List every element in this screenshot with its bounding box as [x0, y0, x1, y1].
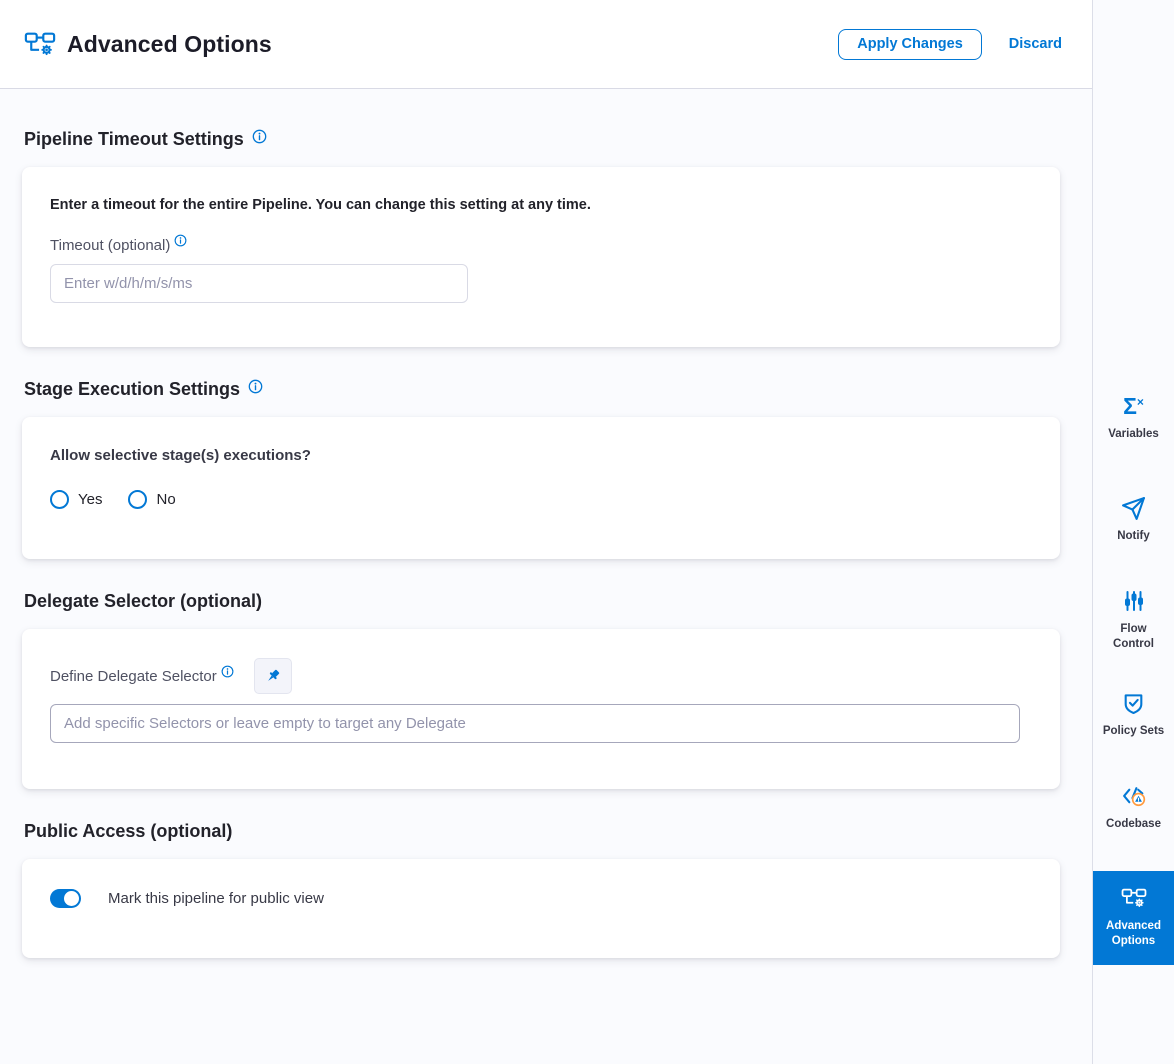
main-panel: Advanced Options Apply Changes Discard P…: [0, 0, 1092, 1064]
public-view-toggle[interactable]: [50, 889, 81, 908]
page-title: Advanced Options: [67, 31, 272, 58]
timeout-card: Enter a timeout for the entire Pipeline.…: [22, 167, 1060, 347]
advanced-options-page: Advanced Options Apply Changes Discard P…: [0, 0, 1174, 1064]
stage-execution-section-heading: Stage Execution Settings: [24, 378, 1060, 400]
sidebar-item-codebase[interactable]: Codebase: [1093, 783, 1174, 832]
delegate-label-row: Define Delegate Selector: [50, 658, 1022, 694]
public-view-toggle-row: Mark this pipeline for public view: [50, 889, 1032, 908]
sidebar-item-flow-control[interactable]: Flow Control: [1093, 588, 1174, 652]
delegate-selector-input[interactable]: [50, 704, 1020, 743]
public-access-card: Mark this pipeline for public view: [22, 859, 1060, 958]
timeout-field-label: Timeout (optional): [50, 237, 1032, 254]
paper-plane-icon: [1121, 495, 1147, 521]
pipeline-tools-sidebar: Σ× Variables Notify: [1092, 0, 1174, 1064]
sidebar-item-policy-sets[interactable]: Policy Sets: [1093, 690, 1174, 739]
delegate-selector-section-heading: Delegate Selector (optional): [24, 590, 1060, 612]
timeout-description: Enter a timeout for the entire Pipeline.…: [50, 197, 1032, 213]
discard-button[interactable]: Discard: [1009, 36, 1062, 52]
sigma-x-icon: Σ×: [1121, 393, 1147, 419]
delegate-field-label: Define Delegate Selector: [50, 668, 234, 685]
pin-button[interactable]: [254, 658, 292, 694]
radio-option-yes[interactable]: Yes: [50, 490, 102, 509]
sidebar-item-notify[interactable]: Notify: [1093, 495, 1174, 544]
sliders-icon: [1121, 588, 1147, 614]
selective-stages-question: Allow selective stage(s) executions?: [50, 447, 1032, 464]
radio-icon[interactable]: [50, 490, 69, 509]
delegate-selector-card: Define Delegate Selector: [22, 629, 1060, 789]
info-icon[interactable]: [174, 234, 187, 247]
public-access-section-heading: Public Access (optional): [24, 820, 1060, 842]
apply-changes-button[interactable]: Apply Changes: [838, 29, 982, 60]
info-icon[interactable]: [248, 379, 263, 394]
shield-check-icon: [1121, 690, 1147, 716]
stage-execution-card: Allow selective stage(s) executions? Yes…: [22, 417, 1060, 559]
radio-option-no[interactable]: No: [128, 490, 175, 509]
sidebar-item-variables[interactable]: Σ× Variables: [1093, 393, 1174, 442]
page-header: Advanced Options Apply Changes Discard: [0, 0, 1092, 89]
selective-stages-radio-group: Yes No: [50, 490, 1032, 509]
public-view-toggle-label: Mark this pipeline for public view: [108, 890, 324, 907]
pushpin-icon: [262, 666, 283, 687]
settings-content: Pipeline Timeout Settings Enter a timeou…: [0, 89, 1092, 958]
pipeline-gear-icon: [24, 30, 56, 58]
toggle-knob: [64, 891, 79, 906]
code-warning-icon: [1121, 783, 1147, 809]
sidebar-item-advanced-options[interactable]: Advanced Options: [1093, 871, 1174, 965]
pipeline-gear-icon: [1121, 885, 1147, 911]
info-icon[interactable]: [221, 665, 234, 678]
timeout-input[interactable]: [50, 264, 468, 303]
timeout-section-heading: Pipeline Timeout Settings: [24, 128, 1060, 150]
info-icon[interactable]: [252, 129, 267, 144]
radio-icon[interactable]: [128, 490, 147, 509]
